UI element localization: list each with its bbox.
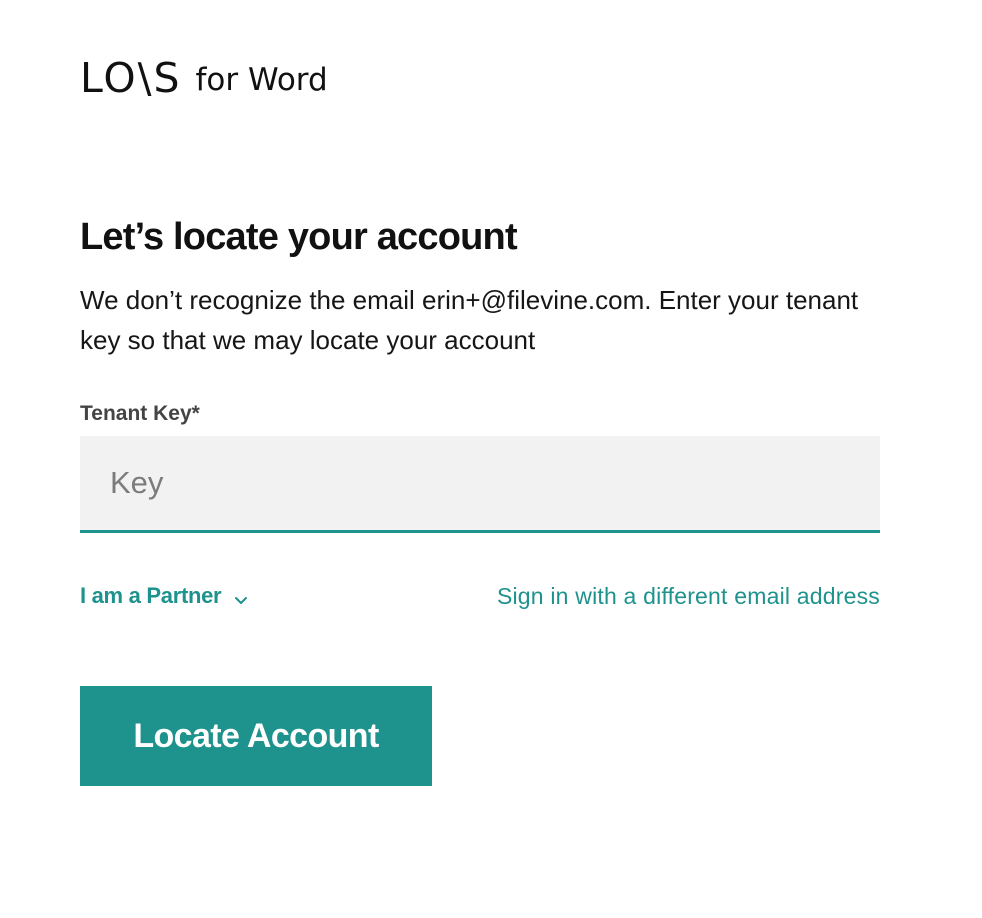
page-description: We don’t recognize the email erin+@filev… [80,285,859,355]
partner-toggle-label: I am a Partner [80,583,222,608]
chevron-down-icon [233,586,249,604]
locate-account-button[interactable]: Locate Account [80,686,432,786]
tenant-key-label: Tenant Key* [80,402,200,425]
partner-dropdown-toggle[interactable]: I am a Partner [80,580,249,612]
different-email-link[interactable]: Sign in with a different email address [497,580,880,612]
product-name: for Word [195,62,328,98]
page-title: Let’s locate your account [80,216,518,258]
lois-logo-mark: LO\S [80,54,182,102]
tenant-key-input[interactable] [80,436,880,533]
app-logo: LO\S for Word [80,56,328,100]
